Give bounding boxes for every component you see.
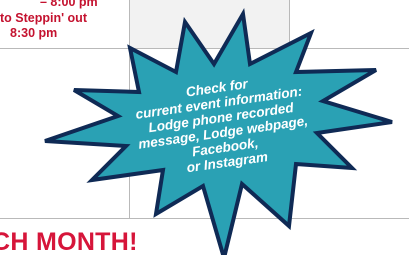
calendar-flyer: – 8:00 pm to Steppin' out 8:30 pm CH MON… bbox=[0, 0, 409, 255]
